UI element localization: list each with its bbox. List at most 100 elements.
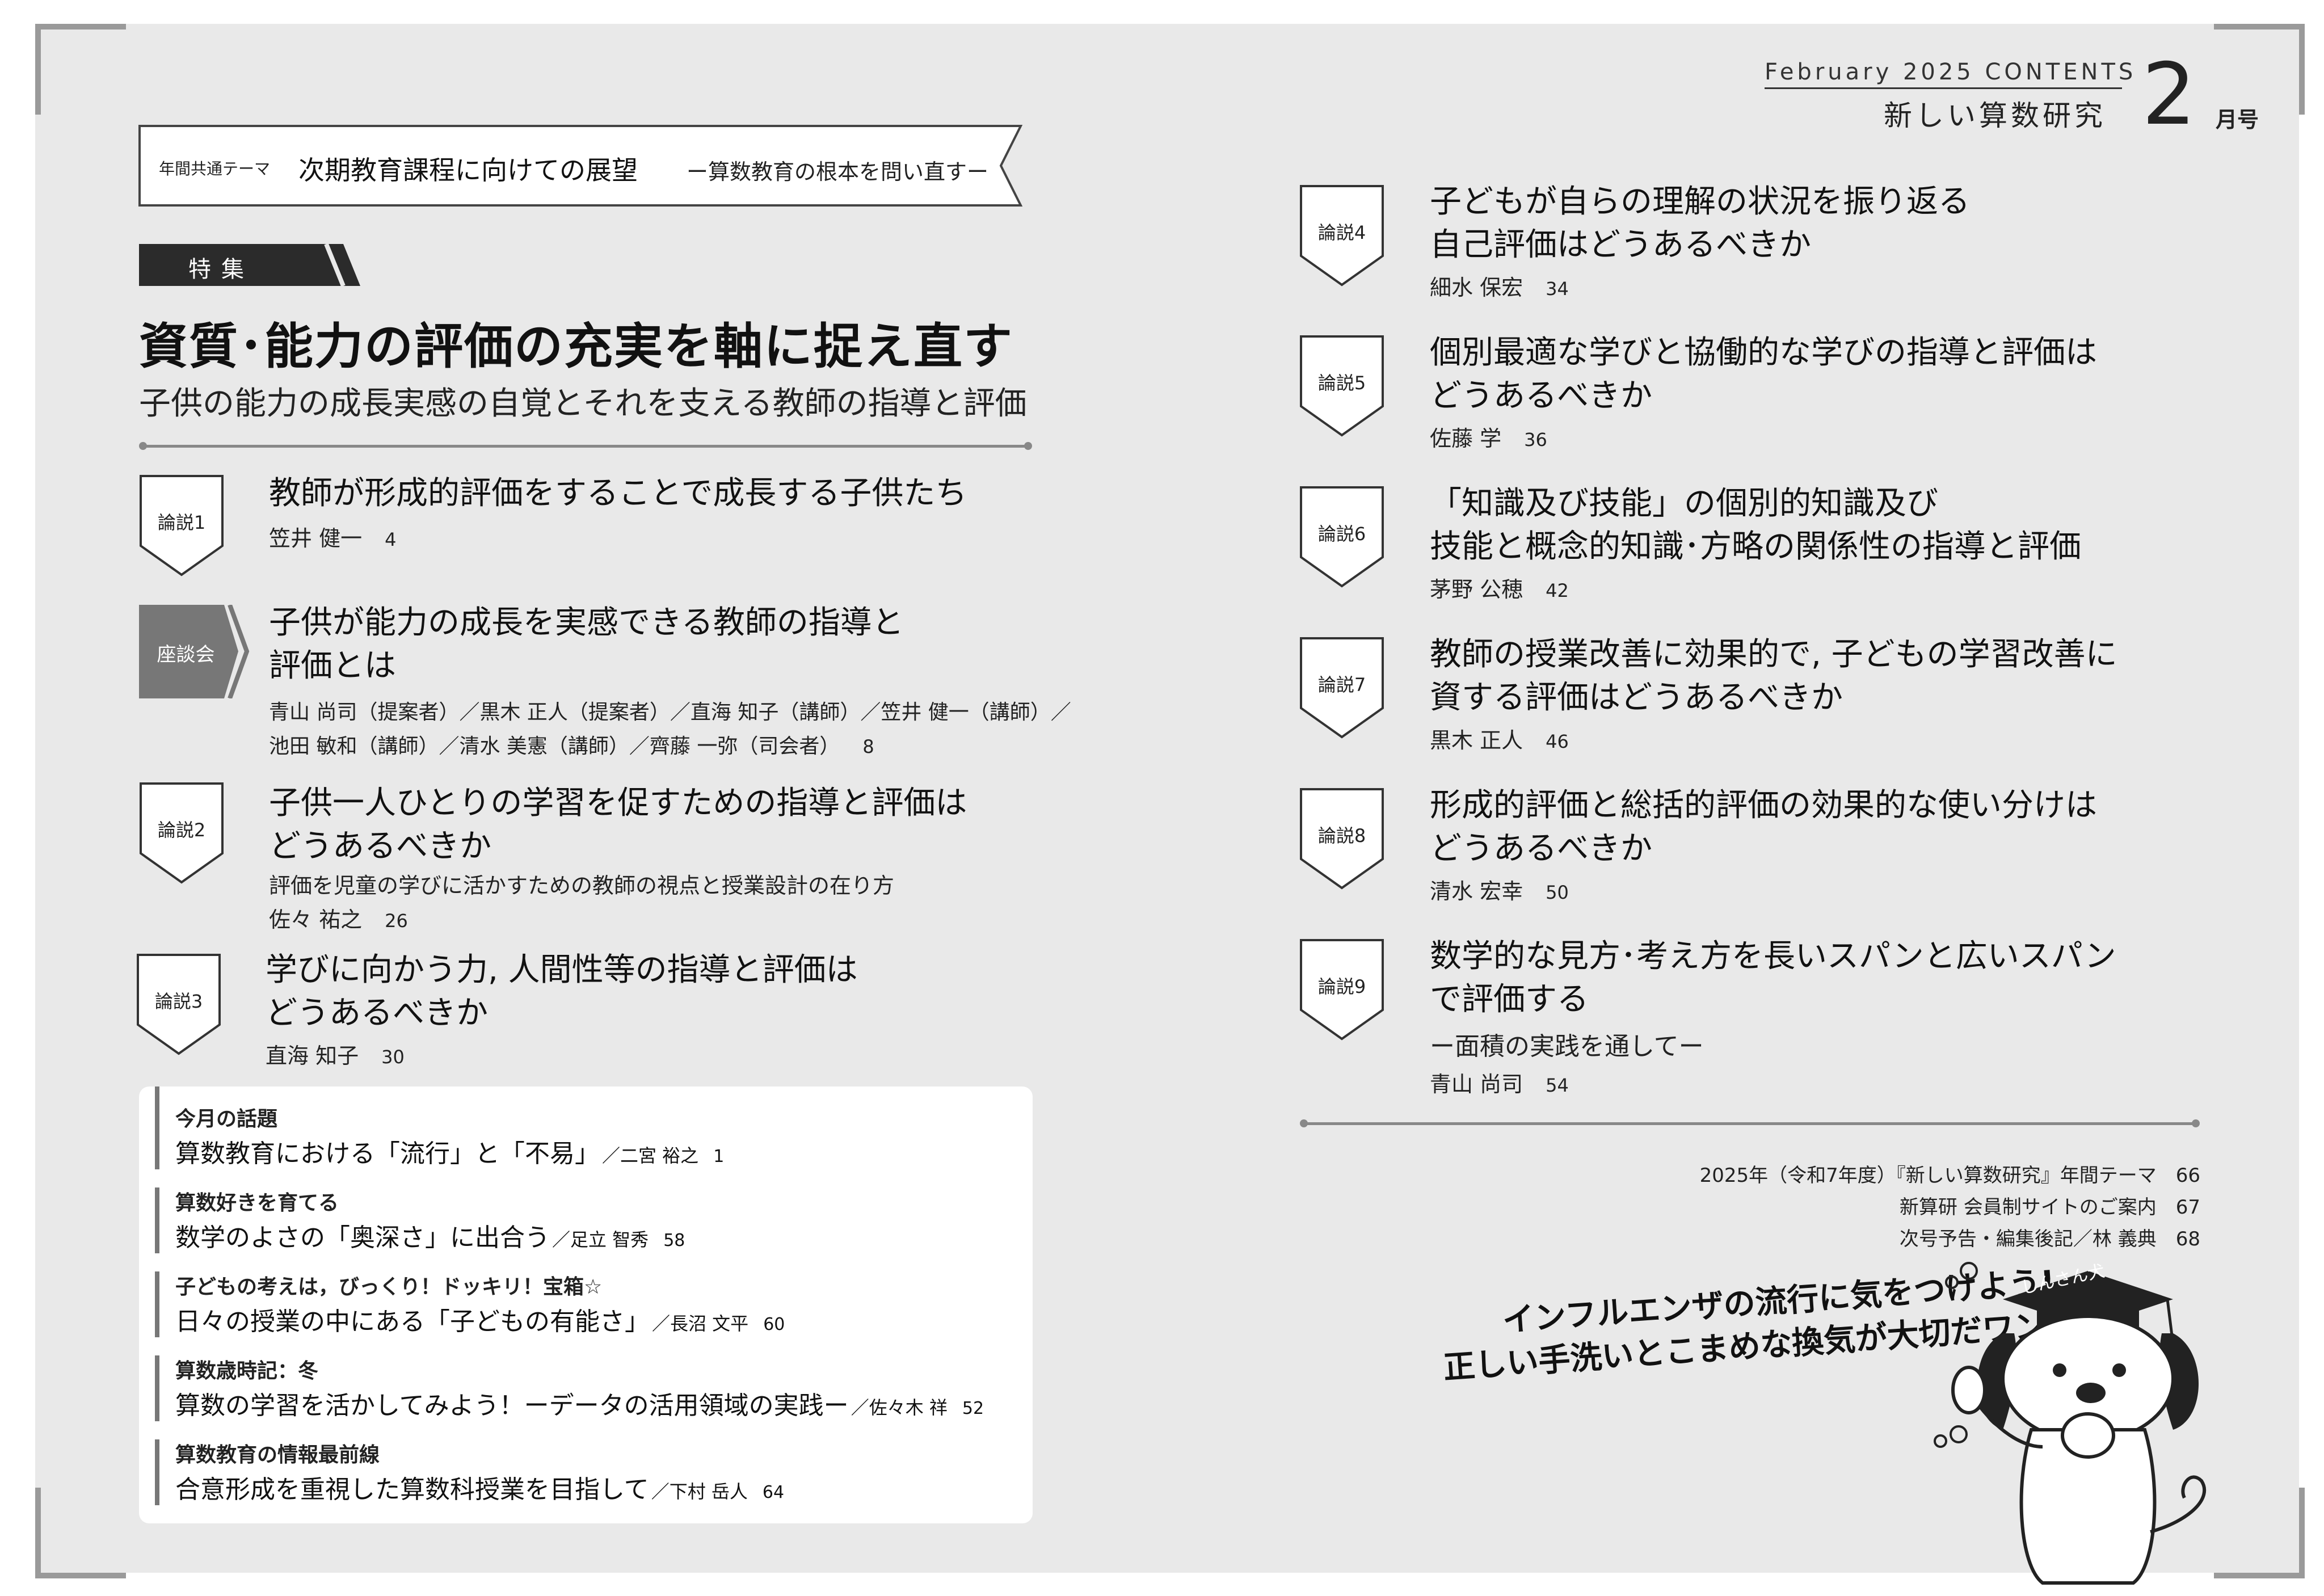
article-author: 清水 宏幸 50 [1430, 874, 1569, 905]
author-name: ／下村 岳人 [651, 1481, 748, 1502]
article-tag-label: 論説5 [1317, 372, 1366, 394]
roundtable-participants: 青山 尚司（提案者）／黒木 正人（提案者）／直海 知子（講師）／笠井 健一（講師… [269, 696, 1071, 759]
article-tag-label: 論説9 [1317, 976, 1366, 997]
article-tag: 論説5 [1299, 335, 1384, 437]
author-name: 笠井 健一 [269, 526, 363, 551]
misc-item[interactable]: 次号予告・編集後記／林 義典 68 [1900, 1223, 2200, 1251]
author-name: ／足立 智秀 [552, 1229, 649, 1250]
column-title[interactable]: 数学のよさの「奥深さ」に出合う ／足立 智秀 58 [175, 1217, 685, 1253]
page-number: 60 [763, 1315, 785, 1334]
author-name: ／長沼 文平 [652, 1313, 749, 1334]
article-tag-label: 論説6 [1317, 523, 1366, 545]
page-number: 54 [1546, 1075, 1569, 1096]
article-title-line: 学びに向かう力, 人間性等の指導と評価は [266, 951, 858, 988]
header-month-en: February 2025 CONTENTS [1765, 59, 2137, 85]
article-tag: 論説8 [1299, 788, 1384, 890]
article-author: 笠井 健一 4 [269, 521, 396, 552]
page-number: 68 [2175, 1228, 2200, 1250]
dog-mascot-illustration [1934, 1262, 2207, 1585]
right-divider [1300, 1119, 2200, 1127]
article-author: 佐々 祐之 26 [269, 902, 408, 933]
author-name: 青山 尚司 [1430, 1072, 1523, 1097]
author-name: 茅野 公穂 [1430, 577, 1523, 602]
article-title-line: 個別最適な学びと協働的な学びの指導と評価は [1430, 334, 2097, 371]
header-magazine-title: 新しい算数研究 [1884, 99, 2106, 132]
article-title[interactable]: 教師が形成的評価をすることで成長する子供たち [269, 472, 967, 515]
author-name: ／佐々木 祥 [851, 1397, 948, 1418]
author-name: 黒木 正人 [1430, 728, 1523, 753]
participants-line: 青山 尚司（提案者）／黒木 正人（提案者）／直海 知子（講師）／笠井 健一（講師… [269, 701, 1071, 724]
article-tag: 論説4 [1299, 184, 1384, 287]
column-title[interactable]: 合意形成を重視した算数科授業を目指して ／下村 岳人 64 [175, 1469, 784, 1505]
header-month-number: 2 [2142, 45, 2196, 144]
article-title[interactable]: 「知識及び技能」の個別的知識及び 技能と概念的知識･方略の関係性の指導と評価 [1430, 482, 2081, 569]
article-author: 黒木 正人 46 [1430, 723, 1569, 754]
column-marker [155, 1355, 159, 1421]
header-month-unit: 月号 [2216, 107, 2259, 132]
article-title-line: 自己評価はどうあるべきか [1430, 226, 1811, 263]
column-heading: 算数教育の情報最前線 [175, 1443, 380, 1467]
article-title[interactable]: 個別最適な学びと協働的な学びの指導と評価は どうあるべきか [1430, 331, 2097, 418]
article-tag: 論説2 [139, 782, 224, 884]
page-number: 1 [713, 1147, 725, 1167]
article-title-line: 「知識及び技能」の個別的知識及び [1430, 485, 1938, 522]
article-title-line: 教師の授業改善に効果的で, 子どもの学習改善に [1430, 636, 2117, 673]
feature-tag-label: 特集 [188, 256, 254, 283]
article-title[interactable]: 子供一人ひとりの学習を促すための指導と評価は どうあるべきか [269, 782, 967, 868]
column-title-text: 日々の授業の中にある「子どもの有能さ」 [175, 1307, 650, 1336]
article-title[interactable]: 教師の授業改善に効果的で, 子どもの学習改善に 資する評価はどうあるべきか [1430, 633, 2117, 719]
column-title-text: 数学のよさの「奥深さ」に出合う [175, 1223, 550, 1252]
article-title[interactable]: 形成的評価と総括的評価の効果的な使い分けは どうあるべきか [1430, 784, 2097, 870]
misc-item[interactable]: 2025年（令和7年度）『新しい算数研究』年間テーマ 66 [1700, 1160, 2200, 1187]
article-author: 直海 知子 30 [266, 1038, 405, 1069]
page-number: 8 [862, 736, 874, 757]
article-subtitle: 評価を児童の学びに活かすための教師の視点と授業設計の在り方 [269, 873, 895, 898]
article-author: 青山 尚司 54 [1430, 1067, 1569, 1098]
page-number: 30 [381, 1046, 405, 1068]
article-title-line: 子どもが自らの理解の状況を振り返る [1430, 183, 1970, 220]
page-number: 34 [1546, 278, 1569, 300]
column-title[interactable]: 算数の学習を活かしてみよう！ーデータの活用領域の実践ー ／佐々木 祥 52 [175, 1385, 984, 1421]
column-title-text: 合意形成を重視した算数科授業を目指して [175, 1475, 649, 1504]
columns-list: 今月の話題 算数教育における「流行」と「不易」 ／二宮 裕之 1 算数好きを育てる … [139, 1087, 1033, 1523]
article-title-line: 形成的評価と総括的評価の効果的な使い分けは [1430, 787, 2097, 824]
participants-line: 池田 敏和（講師）／清水 美憲（講師）／齊藤 一弥（司会者） [269, 735, 840, 758]
misc-text: 新算研 会員制サイトのご案内 [1899, 1196, 2157, 1219]
misc-item[interactable]: 新算研 会員制サイトのご案内 67 [1900, 1191, 2200, 1219]
feature-title: 資質･能力の評価の充実を軸に捉え直す [139, 318, 1013, 375]
roundtable-tag: 座談会 [139, 605, 252, 698]
author-name: ／二宮 裕之 [602, 1145, 699, 1167]
article-title[interactable]: 学びに向かう力, 人間性等の指導と評価は どうあるべきか [266, 949, 858, 1035]
column-title[interactable]: 算数教育における「流行」と「不易」 ／二宮 裕之 1 [175, 1133, 724, 1169]
column-heading: 算数好きを育てる [175, 1191, 339, 1215]
misc-text: 次号予告・編集後記／林 義典 [1899, 1228, 2157, 1250]
article-tag: 論説1 [139, 474, 224, 576]
column-title-text: 算数の学習を活かしてみよう！ーデータの活用領域の実践ー [175, 1391, 849, 1420]
article-tag-label: 論説4 [1317, 222, 1366, 243]
feature-divider [139, 442, 1032, 450]
header-rule [1765, 87, 2122, 89]
page-number: 46 [1546, 731, 1569, 752]
annual-theme-banner: 年間共通テーマ 次期教育課程に向けての展望 ー算数教育の根本を問い直すー [138, 125, 1024, 207]
article-tag: 論説9 [1299, 938, 1384, 1041]
article-author: 細水 保宏 34 [1430, 270, 1569, 301]
article-title[interactable]: 数学的な見方･考え方を長いスパンと広いスパン で評価する [1430, 935, 2116, 1021]
article-tag: 論説6 [1299, 486, 1384, 588]
roundtable-title[interactable]: 子供が能力の成長を実感できる教師の指導と 評価とは [269, 601, 904, 688]
article-title-line: 数学的な見方･考え方を長いスパンと広いスパン [1430, 938, 2116, 975]
column-marker [155, 1104, 159, 1169]
author-name: 佐藤 学 [1430, 426, 1502, 451]
article-author: 佐藤 学 36 [1430, 421, 1547, 452]
theme-label: 年間共通テーマ [159, 159, 271, 178]
crop-mark-top-left [35, 24, 126, 115]
page-number: 42 [1546, 580, 1569, 601]
column-marker [155, 1187, 159, 1253]
page-number: 36 [1524, 429, 1547, 450]
article-title-line: どうあるべきか [1430, 830, 1652, 867]
article-tag: 論説3 [136, 953, 221, 1055]
column-title[interactable]: 日々の授業の中にある「子どもの有能さ」 ／長沼 文平 60 [175, 1301, 785, 1337]
article-title[interactable]: 子どもが自らの理解の状況を振り返る 自己評価はどうあるべきか [1430, 180, 1970, 267]
column-marker [155, 1271, 159, 1337]
article-title-line: 子供が能力の成長を実感できる教師の指導と [269, 604, 904, 641]
article-title-line: どうあるべきか [266, 995, 488, 1031]
